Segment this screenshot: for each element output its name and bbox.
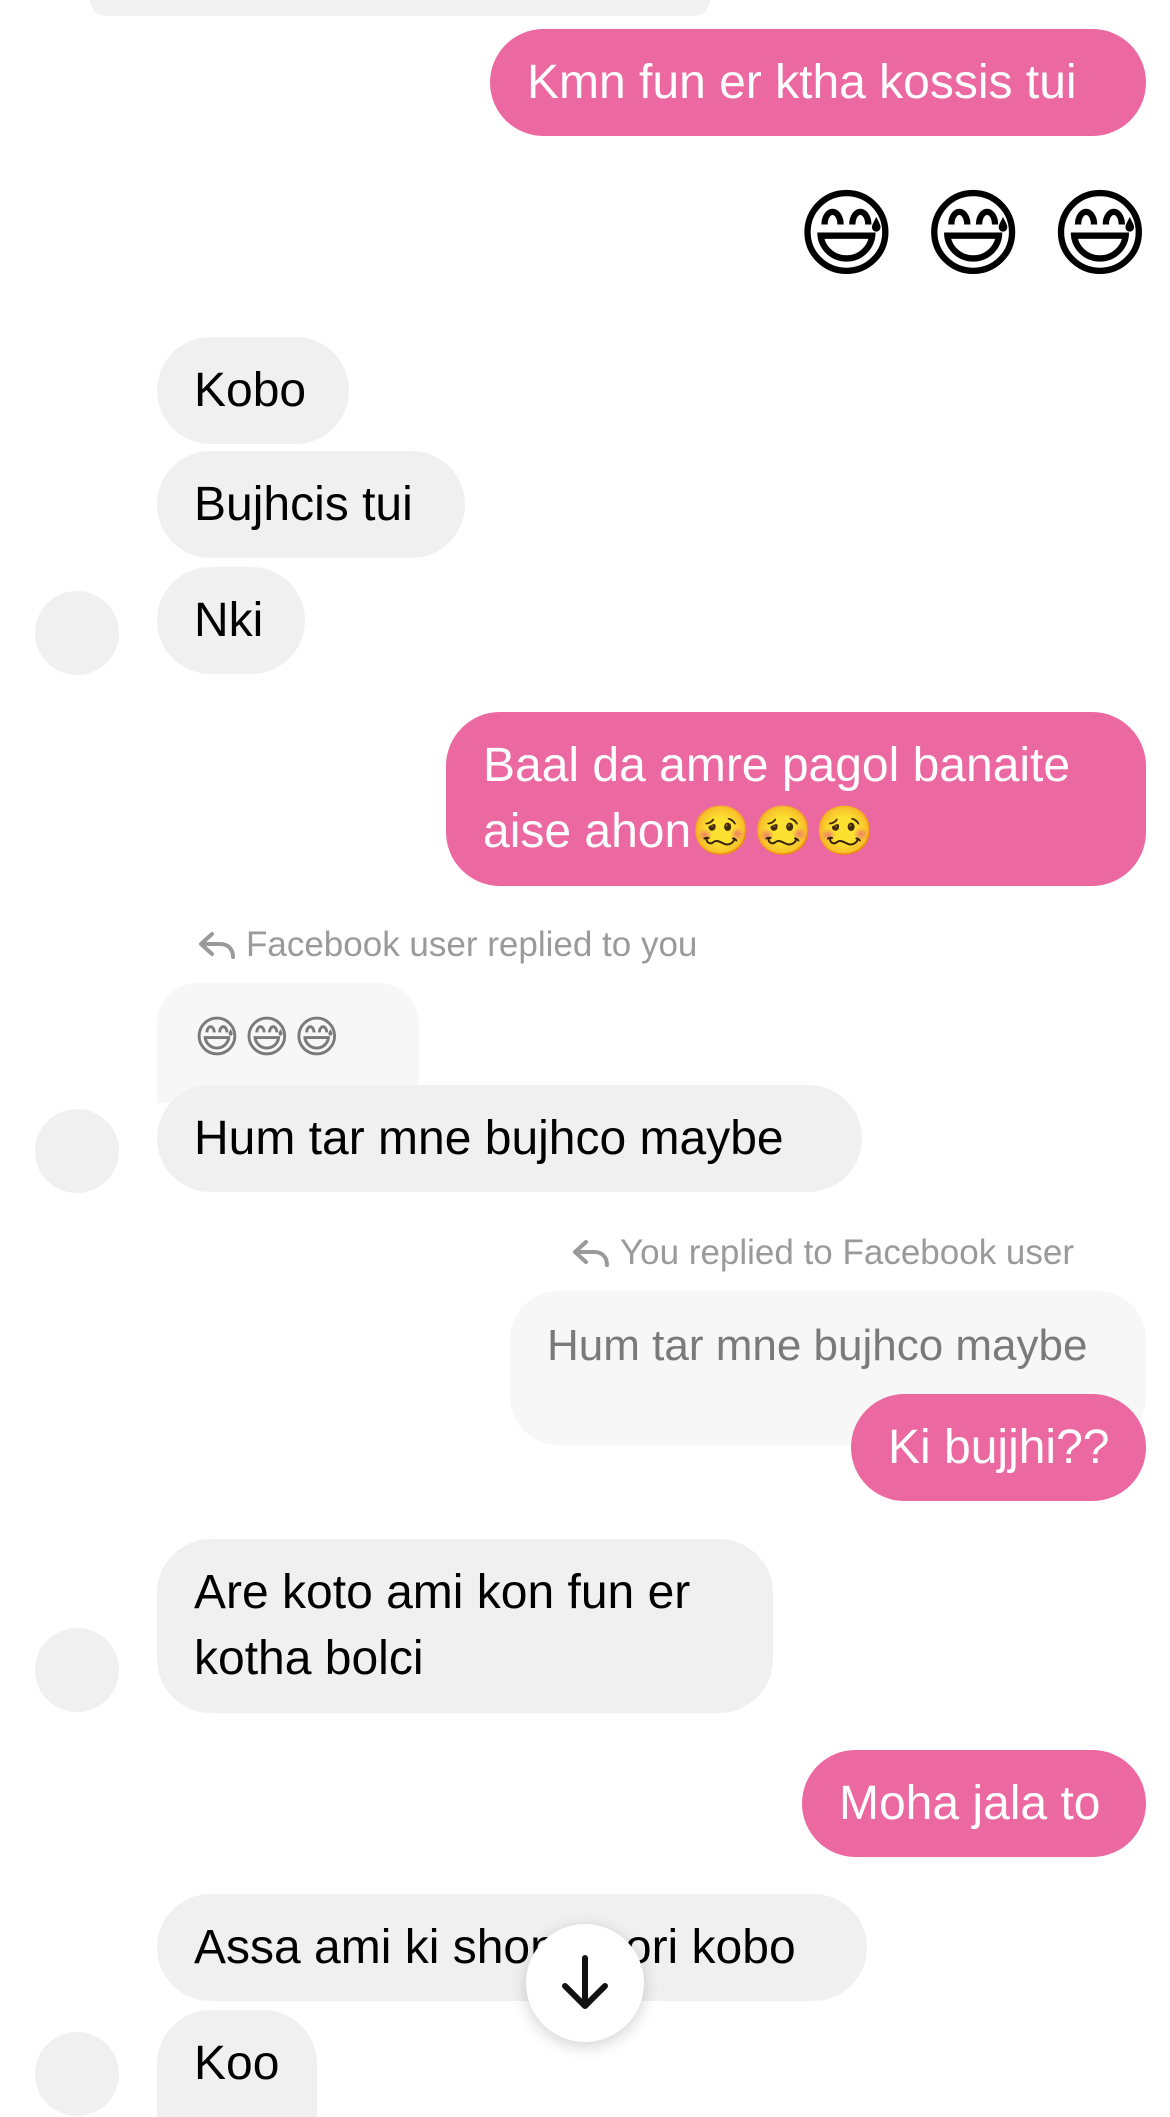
outgoing-message[interactable]: Moha jala to [802, 1750, 1146, 1857]
avatar[interactable] [35, 1109, 119, 1193]
message-text: Moha jala to [839, 1776, 1101, 1830]
incoming-message[interactable]: Bujhcis tui [157, 451, 465, 558]
outgoing-message[interactable]: Baal da amre pagol banaite aise ahon🥴🥴🥴 [446, 712, 1146, 886]
outgoing-message[interactable]: Kmn fun er ktha kossis tui [490, 29, 1146, 136]
message-text-line-2: kotha bolci [194, 1632, 424, 1685]
reply-indicator: You replied to Facebook user [572, 1233, 1074, 1273]
emoji-text: 😅 😅 😅 [796, 181, 1150, 288]
message-text: Ki bujjhi?? [888, 1420, 1110, 1474]
reply-arrow-icon [199, 932, 235, 959]
previous-message-edge [90, 0, 710, 16]
outgoing-message[interactable]: Ki bujjhi?? [851, 1394, 1146, 1501]
message-text-line-1: Baal da amre pagol banaite [483, 739, 1071, 792]
message-text: Kobo [194, 363, 307, 417]
incoming-message[interactable]: Hum tar mne bujhco maybe [157, 1085, 862, 1192]
reply-indicator: Facebook user replied to you [198, 925, 697, 965]
message-text-line-1: Are koto ami kon fun er [194, 1566, 691, 1619]
message-text: Kmn fun er ktha kossis tui [527, 55, 1077, 109]
incoming-message[interactable]: Kobo [157, 337, 349, 444]
quoted-text: Hum tar mne bujhco maybe [547, 1321, 1088, 1370]
reply-indicator-text: You replied to Facebook user [620, 1233, 1075, 1272]
avatar[interactable] [35, 1628, 119, 1712]
quoted-text: 😅😅😅 [194, 1013, 344, 1062]
message-text: Hum tar mne bujhco maybe [194, 1111, 784, 1165]
message-text: Bujhcis tui [194, 477, 413, 531]
message-text: Assa ami ki shon~ hori kobo [194, 1920, 796, 1974]
message-text-line-2: aise ahon🥴🥴🥴 [483, 799, 876, 865]
incoming-message[interactable]: Koo [157, 2010, 317, 2117]
message-text: Koo [194, 2037, 280, 2090]
arrow-down-icon [562, 1955, 608, 2009]
scroll-to-bottom-button[interactable] [526, 1924, 644, 2042]
reply-arrow-icon [573, 1240, 609, 1267]
reply-indicator-text: Facebook user replied to you [246, 925, 698, 964]
outgoing-emoji-message[interactable]: 😅 😅 😅 [790, 180, 1150, 290]
incoming-message[interactable]: Assa ami ki shon~ hori kobo [157, 1894, 867, 2001]
woozy-emoji: 🥴🥴🥴 [691, 805, 877, 858]
incoming-message[interactable]: Are koto ami kon fun er kotha bolci [157, 1539, 773, 1713]
avatar[interactable] [35, 2032, 119, 2116]
incoming-message[interactable]: Nki [157, 567, 305, 674]
avatar[interactable] [35, 591, 119, 675]
message-text: Nki [194, 593, 264, 647]
